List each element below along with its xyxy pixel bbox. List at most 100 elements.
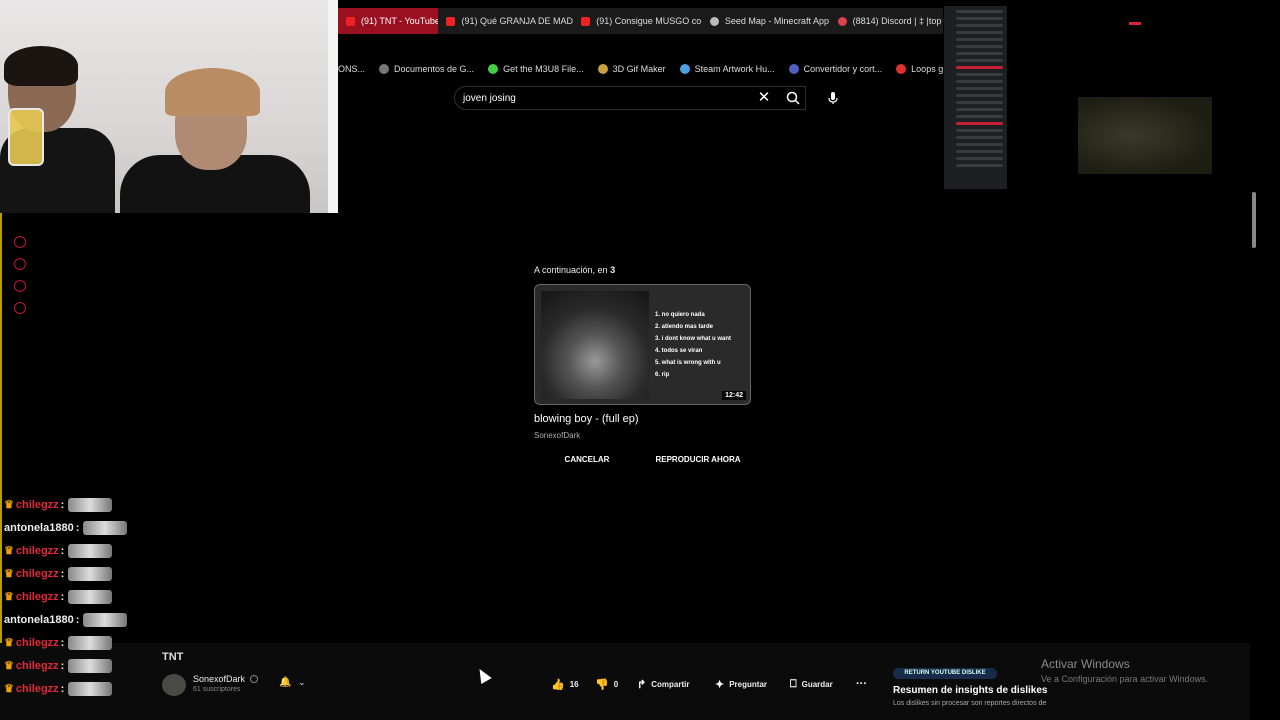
search-query: joven josing bbox=[463, 92, 516, 104]
search-input[interactable]: joven josing bbox=[454, 86, 806, 110]
crown-icon: ♛ bbox=[4, 660, 14, 672]
search-icon bbox=[786, 91, 800, 105]
loops-icon bbox=[896, 64, 907, 74]
tab-tnt-youtube[interactable]: (91) TNT - YouTube bbox=[338, 8, 439, 34]
youtube-icon bbox=[346, 16, 355, 26]
chat-message: ♛ chilegzz: bbox=[4, 562, 154, 585]
settings-icon[interactable] bbox=[14, 302, 26, 314]
more-actions-button[interactable]: ··· bbox=[856, 677, 867, 691]
page-scrollbar[interactable] bbox=[1252, 192, 1256, 248]
emote-icon bbox=[83, 612, 128, 627]
thumbs-down-icon: 👎 bbox=[595, 678, 609, 691]
emote-icon bbox=[68, 566, 113, 581]
chat-separator: : bbox=[60, 682, 65, 695]
play-now-button[interactable]: REPRODUCIR AHORA bbox=[650, 452, 746, 468]
chat-separator: : bbox=[60, 590, 65, 603]
chat-separator: : bbox=[75, 521, 80, 534]
chat-separator: : bbox=[60, 498, 65, 511]
crown-icon: ♛ bbox=[4, 591, 14, 603]
chat-separator: : bbox=[60, 659, 65, 672]
ryd-title: Resumen de insights de dislikes bbox=[893, 685, 1048, 696]
bookmark-convertidor[interactable]: Convertidor y cort... bbox=[788, 64, 882, 74]
call-preview bbox=[1007, 6, 1279, 186]
duration-badge: 12:42 bbox=[722, 391, 746, 400]
subscriptions-icon[interactable] bbox=[14, 236, 26, 248]
steam-icon bbox=[679, 64, 690, 74]
convert-icon bbox=[788, 64, 799, 74]
cancel-button[interactable]: CANCELAR bbox=[557, 452, 617, 468]
like-button[interactable]: 👍 16 bbox=[551, 677, 579, 691]
clips-icon[interactable] bbox=[14, 280, 26, 292]
ryd-text: Los dislikes sin procesar son reportes d… bbox=[893, 700, 1047, 707]
emote-icon bbox=[68, 543, 113, 558]
chat-message: ♛ chilegzz: bbox=[4, 493, 154, 516]
bookmark-icon: ⎕ bbox=[790, 677, 797, 690]
close-icon[interactable]: ✕ bbox=[755, 89, 773, 107]
chat-username: chilegzz bbox=[15, 544, 59, 557]
stream-chat: ♛ chilegzz: antonela1880: ♛ chilegzz: ♛ chileg… bbox=[4, 493, 154, 700]
chat-separator: : bbox=[60, 567, 65, 580]
chat-separator: : bbox=[60, 544, 65, 557]
up-next-countdown: 3 bbox=[610, 265, 616, 275]
tracklist: 1. no quiero nada 2. atiendo mas tarde 3… bbox=[655, 312, 731, 378]
bookmark-steam-artwork[interactable]: Steam Artwork Hu... bbox=[679, 64, 775, 74]
crown-icon: ♛ bbox=[4, 568, 14, 580]
emote-icon bbox=[83, 520, 128, 535]
crown-icon: ♛ bbox=[4, 683, 14, 695]
crown-icon: ♛ bbox=[4, 545, 14, 557]
up-next-channel[interactable]: SonexofDark bbox=[534, 431, 580, 440]
share-icon: ↱ bbox=[637, 678, 647, 691]
album-art bbox=[541, 291, 649, 399]
crown-icon: ♛ bbox=[4, 637, 14, 649]
discord-mini-window bbox=[944, 6, 1007, 189]
chat-username: chilegzz bbox=[15, 567, 59, 580]
chat-message: ♛ chilegzz: bbox=[4, 585, 154, 608]
up-next-label: A continuación, en 3 bbox=[534, 265, 616, 275]
chat-message: antonela1880: bbox=[4, 516, 154, 539]
channel-name[interactable]: SonexofDark bbox=[193, 674, 245, 684]
bell-icon[interactable]: 🔔 bbox=[279, 677, 291, 688]
verified-icon bbox=[250, 675, 258, 683]
up-next-title[interactable]: blowing boy - (full ep) bbox=[534, 413, 639, 425]
chevron-down-icon[interactable]: ⌄ bbox=[298, 677, 306, 688]
tab-seed-map[interactable]: Seed Map - Minecraft App bbox=[702, 8, 830, 34]
chat-username: chilegzz bbox=[15, 682, 59, 695]
emote-icon bbox=[68, 497, 113, 512]
m3u8-icon bbox=[488, 64, 499, 74]
search-button[interactable] bbox=[780, 88, 806, 108]
bookmark-gif-maker[interactable]: 3D Gif Maker bbox=[597, 64, 666, 74]
activate-windows-sub: Ve a Configuración para activar Windows. bbox=[1041, 674, 1209, 684]
up-next-thumbnail[interactable]: 1. no quiero nada 2. atiendo mas tarde 3… bbox=[534, 284, 751, 405]
tab-musgo[interactable]: (91) Consigue MUSGO co bbox=[573, 8, 702, 34]
microphone-icon bbox=[828, 92, 838, 104]
call-camera bbox=[1078, 97, 1212, 174]
tab-granja[interactable]: (91) Qué GRANJA DE MAD bbox=[438, 8, 573, 34]
google-icon bbox=[379, 64, 390, 74]
ask-button[interactable]: ✦ Preguntar bbox=[715, 677, 767, 691]
save-button[interactable]: ⎕ Guardar bbox=[790, 677, 833, 691]
voice-search-button[interactable] bbox=[822, 88, 844, 108]
emote-icon bbox=[68, 681, 113, 696]
chat-message: ♛ chilegzz: bbox=[4, 539, 154, 562]
streamer-right bbox=[120, 60, 310, 213]
chat-message: ♛ chilegzz: bbox=[4, 631, 154, 654]
bookmark-m3u8[interactable]: Get the M3U8 File... bbox=[488, 64, 584, 74]
bookmark-documentos[interactable]: Documentos de G... bbox=[379, 64, 474, 74]
bookmark-loops[interactable]: Loops gratis: Sint bbox=[896, 64, 943, 74]
like-count: 16 bbox=[569, 679, 579, 689]
chat-message: ♛ chilegzz: bbox=[4, 677, 154, 700]
chat-username: antonela1880 bbox=[4, 613, 74, 626]
sparkle-icon: ✦ bbox=[715, 678, 725, 691]
more-icon: ··· bbox=[856, 678, 867, 690]
avatar[interactable] bbox=[162, 674, 186, 696]
bookmark-ons[interactable]: ONS... bbox=[338, 64, 365, 74]
history-icon[interactable] bbox=[14, 258, 26, 270]
emote-icon bbox=[68, 635, 113, 650]
share-button[interactable]: ↱ Compartir bbox=[637, 677, 689, 691]
tab-discord[interactable]: (8814) Discord | ‡ |top bbox=[830, 8, 943, 34]
chat-username: chilegzz bbox=[15, 636, 59, 649]
chat-username: antonela1880 bbox=[4, 521, 74, 534]
thumbs-up-icon: 👍 bbox=[551, 678, 565, 691]
dislike-button[interactable]: 👎 0 bbox=[595, 677, 618, 691]
streamer-left bbox=[0, 46, 115, 213]
